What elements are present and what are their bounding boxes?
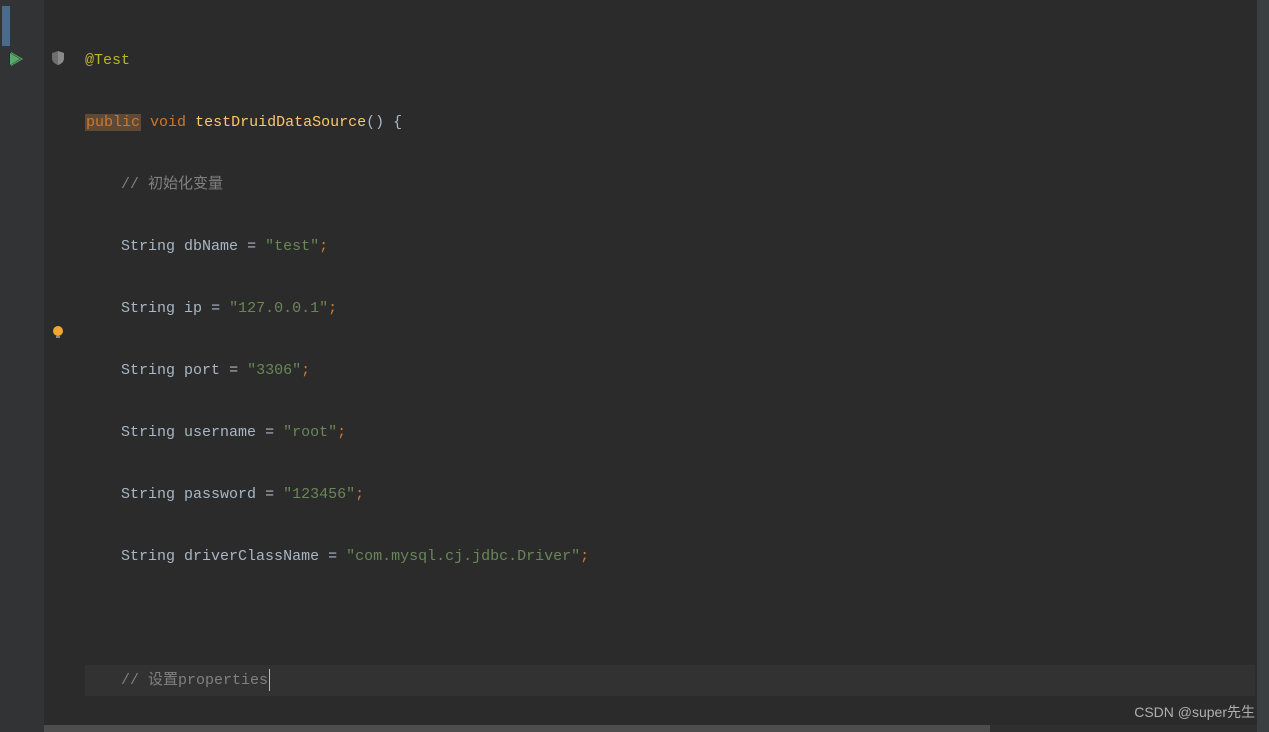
icon-gutter xyxy=(44,0,74,732)
keyword-void: void xyxy=(150,114,186,131)
watermark-text: CSDN @super先生 xyxy=(1134,702,1255,722)
code-editor[interactable]: @Test public void testDruidDataSource() … xyxy=(85,14,1255,732)
coverage-shield-icon[interactable] xyxy=(50,50,66,66)
keyword-public: public xyxy=(85,114,141,131)
horizontal-scrollbar[interactable] xyxy=(44,725,1257,732)
comment: // 设置properties xyxy=(121,672,268,689)
run-test-icon[interactable] xyxy=(8,50,26,68)
horizontal-scrollbar-thumb[interactable] xyxy=(44,725,990,732)
intention-bulb-icon[interactable] xyxy=(50,324,66,340)
comment: // 初始化变量 xyxy=(121,176,223,193)
error-stripe[interactable] xyxy=(1257,0,1269,732)
change-marker xyxy=(2,6,10,46)
method-name: testDruidDataSource xyxy=(195,114,366,131)
line-number-gutter xyxy=(0,0,44,732)
annotation: @Test xyxy=(85,52,130,69)
text-caret xyxy=(269,669,270,691)
